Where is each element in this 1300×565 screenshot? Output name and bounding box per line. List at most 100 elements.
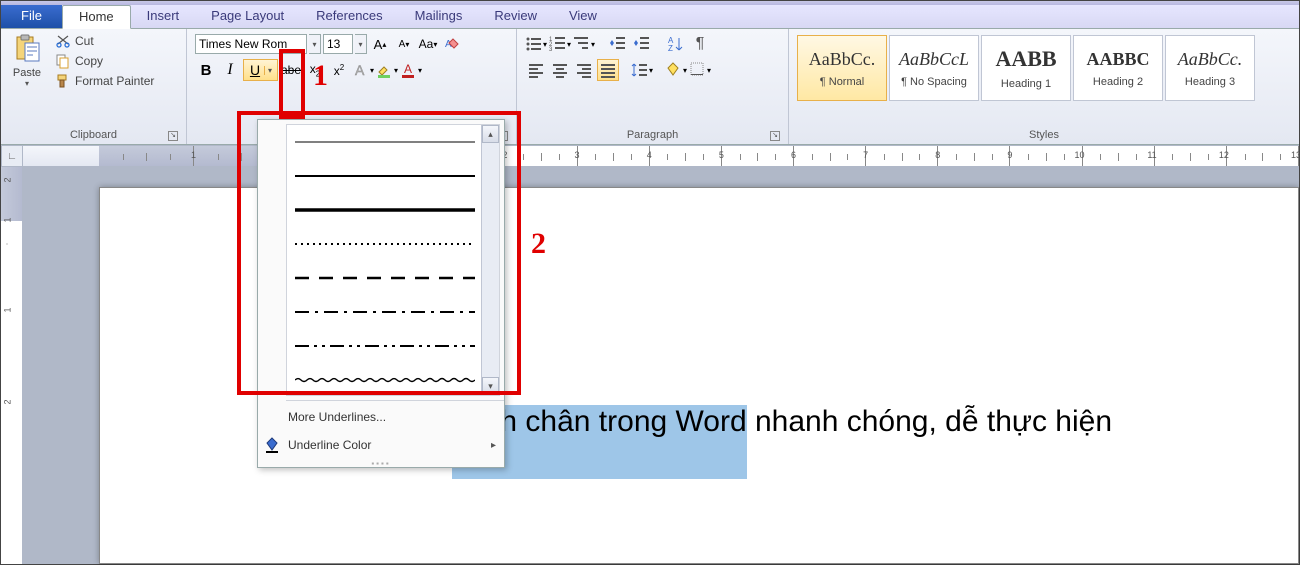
document-text-line[interactable]: h gạch chân trong Word nhanh chóng, dễ t… — [427, 405, 1112, 439]
superscript-icon: x2 — [334, 63, 344, 78]
italic-button[interactable]: I — [219, 59, 241, 81]
style-tile-2[interactable]: AABBHeading 1 — [981, 35, 1071, 101]
vertical-ruler[interactable]: · 2112 — [1, 167, 23, 564]
font-size-dropdown[interactable]: ▾ — [355, 34, 367, 54]
numbering-button[interactable]: 123▾ — [549, 33, 571, 55]
underline-dropdown-arrow[interactable]: ▾ — [264, 66, 275, 75]
font-name-dropdown[interactable]: ▾ — [309, 34, 321, 54]
style-preview: AaBbCcL — [899, 49, 969, 70]
align-center-icon — [552, 62, 568, 78]
underline-style-dash-dot-dot[interactable] — [287, 329, 499, 363]
multilevel-list-button[interactable]: ▾ — [573, 33, 595, 55]
highlight-icon — [376, 61, 394, 79]
format-painter-icon — [55, 73, 71, 89]
font-name-combo[interactable]: Times New Rom — [195, 34, 307, 54]
style-tile-3[interactable]: AABBCHeading 2 — [1073, 35, 1163, 101]
clipboard-dialog-launcher[interactable]: ↘ — [168, 131, 178, 141]
shading-button[interactable]: ▾ — [665, 59, 687, 81]
highlight-button[interactable]: ▾ — [376, 59, 398, 81]
copy-icon — [55, 53, 71, 69]
tab-review[interactable]: Review — [478, 5, 553, 28]
shrink-font-icon: A — [399, 39, 406, 50]
tab-page-layout[interactable]: Page Layout — [195, 5, 300, 28]
paste-button[interactable]: Paste ▾ — [5, 31, 49, 90]
style-preview: AaBbCc. — [809, 49, 876, 70]
text-effects-icon: A — [352, 61, 370, 79]
underline-style-menu: ▴ ▾ More Underlines... Underline Color ▸… — [257, 119, 505, 468]
line-spacing-icon — [631, 61, 649, 79]
decrease-indent-button[interactable] — [607, 33, 629, 55]
styles-group-label: Styles — [793, 127, 1295, 144]
grow-font-icon: A — [374, 37, 383, 52]
underline-sample-icon — [295, 308, 475, 316]
borders-icon — [689, 61, 707, 79]
style-preview: AABBC — [1086, 49, 1149, 70]
more-underlines-item[interactable]: More Underlines... — [258, 403, 504, 431]
font-size-combo[interactable]: 13 — [323, 34, 353, 54]
file-tab[interactable]: File — [1, 5, 62, 28]
justify-button[interactable] — [597, 59, 619, 81]
underline-style-solid-thin[interactable] — [287, 125, 499, 159]
underline-menu-scrollbar[interactable]: ▴ ▾ — [481, 125, 499, 395]
menu-resize-grip[interactable]: ▪▪▪▪ — [258, 459, 504, 467]
borders-button[interactable]: ▾ — [689, 59, 711, 81]
tab-insert[interactable]: Insert — [131, 5, 196, 28]
numbering-icon: 123 — [549, 35, 567, 53]
clear-formatting-icon: A — [443, 35, 461, 53]
align-center-button[interactable] — [549, 59, 571, 81]
underline-color-item[interactable]: Underline Color ▸ — [258, 431, 504, 459]
underline-split-button[interactable]: U ▾ — [243, 59, 278, 81]
styles-gallery[interactable]: AaBbCc.¶ NormalAaBbCcL¶ No SpacingAABBHe… — [797, 35, 1255, 101]
decrease-indent-icon — [609, 35, 627, 53]
shrink-font-button[interactable]: A▾ — [393, 33, 415, 55]
style-tile-4[interactable]: AaBbCc.Heading 3 — [1165, 35, 1255, 101]
multilevel-icon — [573, 35, 591, 53]
tab-mailings[interactable]: Mailings — [399, 5, 479, 28]
horizontal-ruler[interactable]: 21 12345678910111213 — [23, 145, 1299, 167]
underline-style-dots[interactable] — [287, 227, 499, 261]
bullets-button[interactable]: ▾ — [525, 33, 547, 55]
increase-indent-button[interactable] — [631, 33, 653, 55]
underline-style-dashes[interactable] — [287, 261, 499, 295]
format-painter-button[interactable]: Format Painter — [51, 71, 158, 91]
tab-home[interactable]: Home — [62, 5, 131, 29]
underline-sample-icon — [295, 342, 475, 350]
change-case-button[interactable]: Aa▾ — [417, 33, 439, 55]
strikethrough-button[interactable]: abe — [280, 59, 302, 81]
bold-button[interactable]: B — [195, 59, 217, 81]
underline-style-wave[interactable] — [287, 363, 499, 397]
superscript-button[interactable]: x2 — [328, 59, 350, 81]
cut-button[interactable]: Cut — [51, 31, 158, 51]
scroll-down-button[interactable]: ▾ — [482, 377, 499, 395]
line-spacing-button[interactable]: ▾ — [631, 59, 653, 81]
align-right-button[interactable] — [573, 59, 595, 81]
underline-style-solid-med[interactable] — [287, 159, 499, 193]
tab-references[interactable]: References — [300, 5, 398, 28]
underline-color-icon — [264, 436, 282, 454]
style-preview: AABB — [995, 46, 1056, 72]
underline-sample-icon — [295, 274, 475, 282]
style-tile-1[interactable]: AaBbCcL¶ No Spacing — [889, 35, 979, 101]
align-left-button[interactable] — [525, 59, 547, 81]
font-color-button[interactable]: A▾ — [400, 59, 422, 81]
grow-font-button[interactable]: A▴ — [369, 33, 391, 55]
show-marks-button[interactable]: ¶ — [689, 33, 711, 55]
document-background — [23, 167, 1299, 564]
annotation-1: 1 — [313, 59, 328, 93]
clear-formatting-button[interactable]: A — [441, 33, 463, 55]
svg-text:A: A — [355, 62, 365, 78]
tab-view[interactable]: View — [553, 5, 613, 28]
copy-button[interactable]: Copy — [51, 51, 158, 71]
paragraph-dialog-launcher[interactable]: ↘ — [770, 131, 780, 141]
underline-icon: U — [246, 61, 264, 79]
change-case-icon: Aa — [419, 37, 434, 51]
underline-style-solid-thick[interactable] — [287, 193, 499, 227]
sort-button[interactable]: AZ — [665, 33, 687, 55]
style-tile-0[interactable]: AaBbCc.¶ Normal — [797, 35, 887, 101]
ruler-corner: ∟ — [1, 145, 23, 167]
annotation-2: 2 — [531, 227, 546, 261]
text-effects-button[interactable]: A▾ — [352, 59, 374, 81]
underline-style-dash-dot[interactable] — [287, 295, 499, 329]
scroll-up-button[interactable]: ▴ — [482, 125, 499, 143]
paragraph-group-label: Paragraph↘ — [521, 127, 784, 144]
